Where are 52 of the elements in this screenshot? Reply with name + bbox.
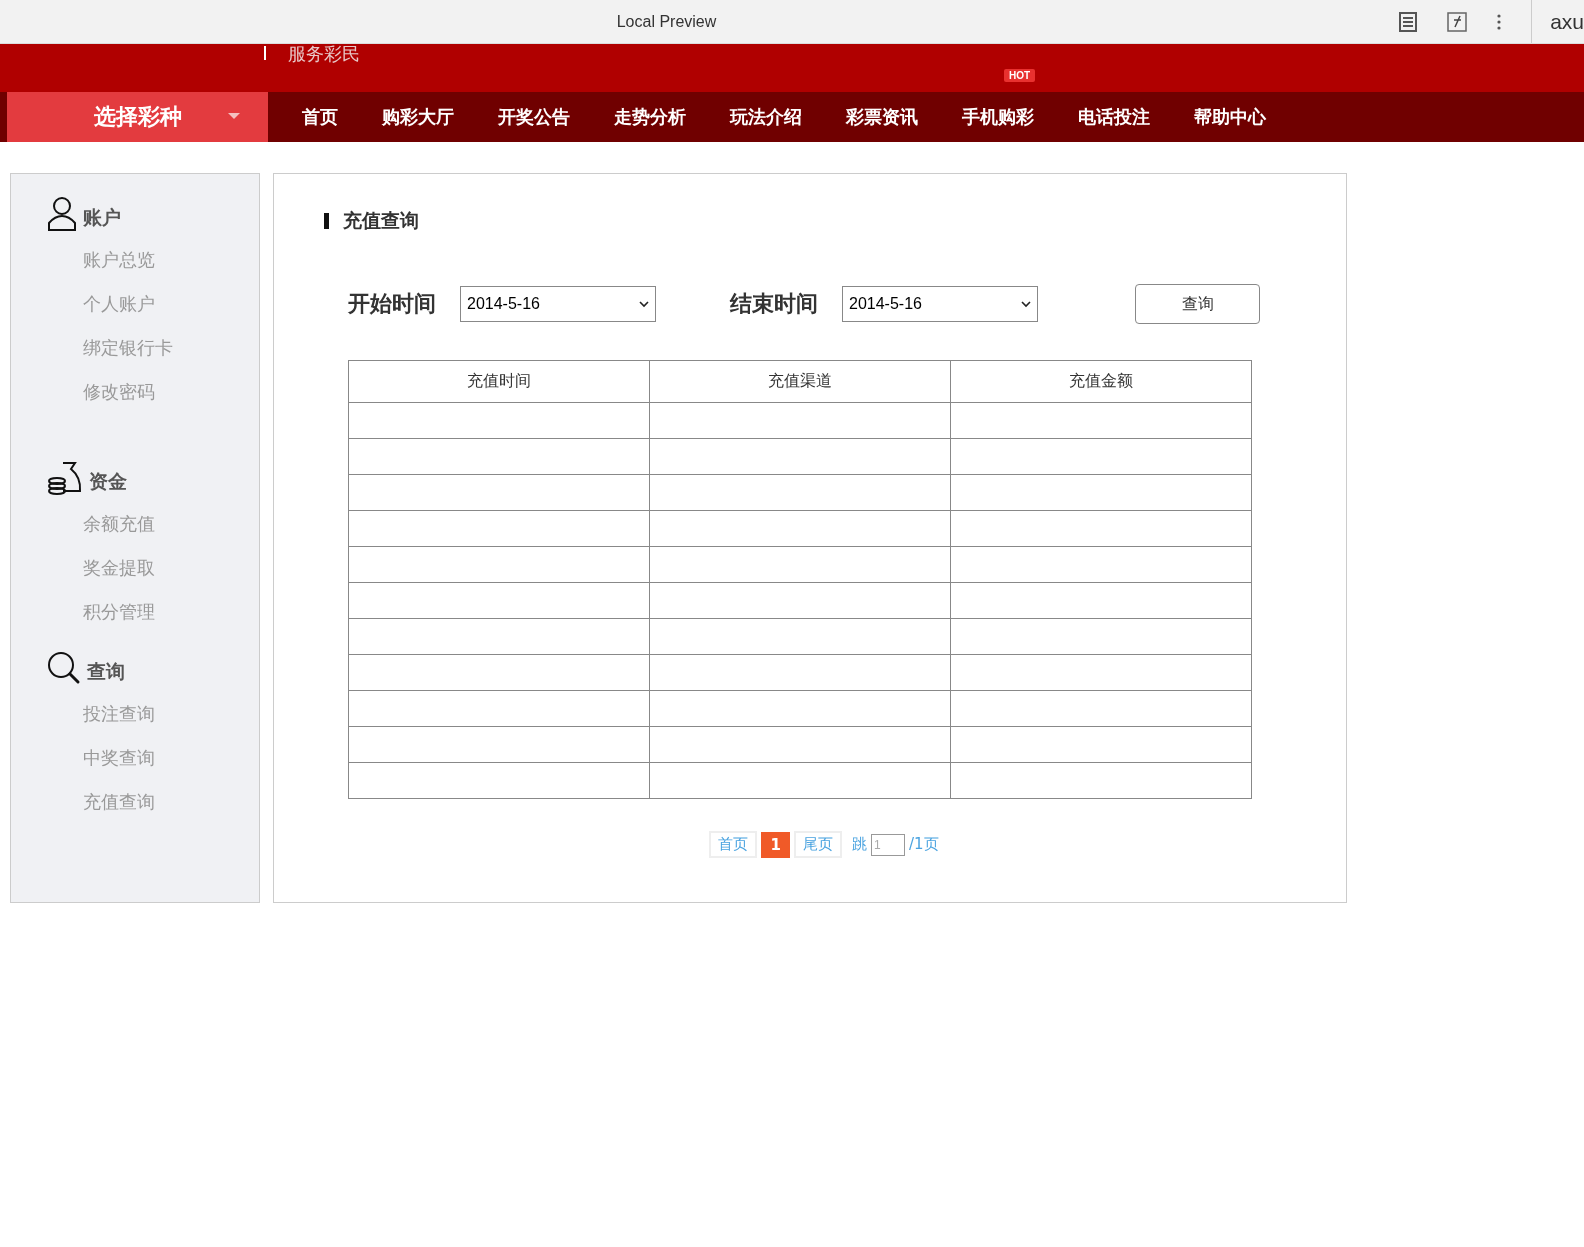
caret-icon — [228, 113, 240, 119]
nav-link[interactable]: 走势分析 — [614, 106, 686, 127]
sidebar-link[interactable]: 修改密码 — [11, 381, 259, 403]
sidebar-link[interactable]: 账户总览 — [11, 249, 259, 271]
more-icon[interactable] — [1497, 13, 1502, 30]
chevron-down-icon — [1021, 300, 1031, 308]
sidebar-link[interactable]: 中奖查询 — [11, 747, 259, 769]
end-time-label: 结束时间 — [730, 290, 818, 318]
date-dropdown[interactable]: 2014-5-16 — [460, 286, 656, 322]
search-icon — [47, 651, 81, 685]
date-dropdown[interactable]: 2014-5-16 — [842, 286, 1038, 322]
last-page-button[interactable]: 尾页 — [793, 831, 842, 858]
column-header: 充值渠道 — [649, 360, 951, 403]
page-total: /1页 — [908, 835, 939, 854]
sidebar-link[interactable]: 余额充值 — [11, 513, 259, 535]
nav-link[interactable]: 电话投注 — [1078, 106, 1150, 127]
nav-link[interactable]: 彩票资讯 — [846, 106, 918, 127]
nav-link[interactable]: 购彩大厅 — [382, 106, 454, 127]
first-page-button[interactable]: 首页 — [709, 831, 758, 858]
sidebar-heading: 资金 — [89, 469, 127, 494]
sidebar-heading: 账户 — [83, 205, 121, 230]
nav-link[interactable]: 首页 — [302, 106, 338, 127]
hot-badge: HOT — [1004, 69, 1036, 82]
page-number-button[interactable]: 1 — [761, 831, 790, 858]
sidebar-heading: 查询 — [87, 659, 125, 684]
title-marker — [324, 213, 329, 229]
extension-label[interactable]: axu — [1531, 0, 1584, 43]
document-icon[interactable] — [1399, 11, 1418, 32]
sidebar-link[interactable]: 绑定银行卡 — [11, 337, 259, 359]
sidebar-link[interactable]: 个人账户 — [11, 293, 259, 315]
sidebar-link[interactable]: 投注查询 — [11, 703, 259, 725]
money-bag-icon — [47, 461, 83, 495]
sidebar-link[interactable]: 奖金提取 — [11, 557, 259, 579]
lottery-picker[interactable]: 选择彩种 — [7, 92, 268, 142]
nav-link[interactable]: 开奖公告 — [498, 106, 570, 127]
section-title: 充值查询 — [343, 208, 419, 233]
column-header: 充值金额 — [950, 360, 1252, 403]
chevron-down-icon — [639, 300, 649, 308]
nav-link[interactable]: 玩法介绍 — [730, 106, 802, 127]
jump-label: 跳 — [851, 835, 867, 854]
page-input[interactable]: 1 — [870, 833, 905, 856]
query-button[interactable]: 查询 — [1135, 284, 1260, 324]
sidebar-link[interactable]: 充值查询 — [11, 791, 259, 813]
variable-icon[interactable] — [1447, 11, 1468, 32]
slogan: 服务彩民 — [288, 42, 360, 66]
column-header: 充值时间 — [348, 360, 650, 403]
sidebar-link[interactable]: 积分管理 — [11, 601, 259, 623]
user-icon — [47, 196, 77, 231]
window-title: Local Preview — [615, 12, 718, 31]
start-time-label: 开始时间 — [348, 290, 436, 318]
nav-link[interactable]: 帮助中心 — [1194, 106, 1266, 127]
nav-link[interactable]: 手机购彩 — [962, 106, 1034, 127]
